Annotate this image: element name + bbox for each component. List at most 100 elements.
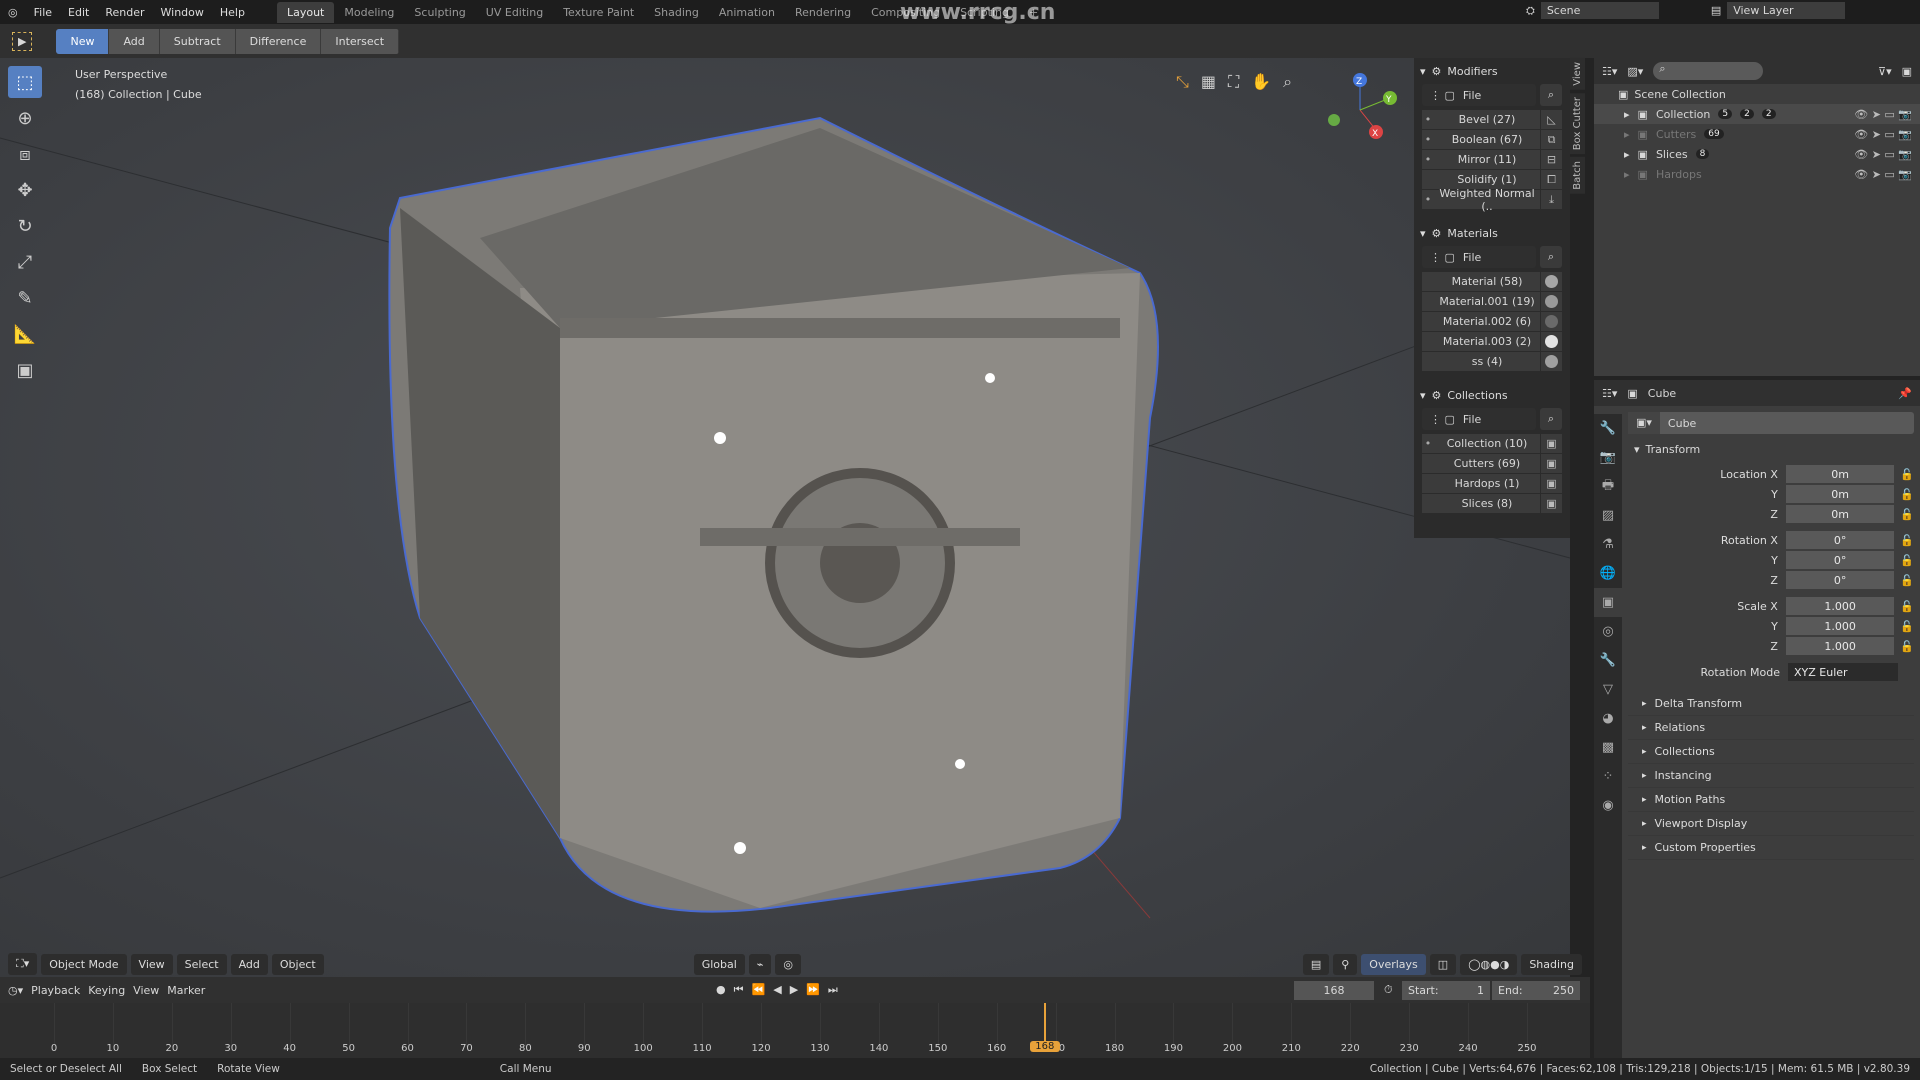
subpanel-header[interactable]: ▸ Delta Transform xyxy=(1628,692,1914,716)
menu-file[interactable]: File xyxy=(26,6,60,19)
output-tab-icon[interactable]: 🖶 xyxy=(1594,472,1622,501)
menu-help[interactable]: Help xyxy=(212,6,253,19)
editor-type-icon[interactable]: ⛶▾ xyxy=(8,953,38,975)
stopwatch-icon[interactable]: ⏱ xyxy=(1384,983,1393,997)
boxcutter-icon[interactable]: ⤡ xyxy=(1176,72,1189,92)
add-cube-icon[interactable]: ▣ xyxy=(8,354,42,386)
material-item[interactable]: Material (58) xyxy=(1422,271,1562,292)
new-collection-icon[interactable]: ▣ xyxy=(1902,65,1912,78)
navigation-gizmo[interactable]: X Z Y xyxy=(1320,70,1400,150)
particles-tab-icon[interactable]: ⁘ xyxy=(1594,762,1622,791)
subpanel-header[interactable]: ▸ Relations xyxy=(1628,716,1914,740)
tab-batch[interactable]: Batch xyxy=(1570,156,1585,194)
lock-icon[interactable]: 🔓 xyxy=(1894,620,1914,633)
collection-item[interactable]: • Collection (10) ▣ xyxy=(1422,433,1562,454)
material-item[interactable]: ss (4) xyxy=(1422,351,1562,372)
select-box-icon[interactable]: ⬚ xyxy=(8,66,42,98)
menu-view[interactable]: View xyxy=(133,984,159,997)
timeline-editor-icon[interactable]: ◷▾ xyxy=(8,984,23,997)
start-frame-field[interactable]: Start: 1 xyxy=(1402,980,1490,1000)
transform-value-field[interactable]: 0m xyxy=(1785,504,1895,524)
object-mode-select[interactable]: Object Mode xyxy=(41,953,127,975)
timeline-ruler[interactable]: 0 10 20 30 40 50 60 70 80 90 100 110 120 130 140 150 160… xyxy=(0,1003,1590,1058)
camera-view-icon[interactable]: ⛶ xyxy=(1228,72,1239,92)
view-layer-filter-icon[interactable]: ▨▾ xyxy=(1627,65,1643,78)
select-tool-icon[interactable]: ▶ xyxy=(12,31,33,51)
end-frame-field[interactable]: End: 250 xyxy=(1492,980,1580,1000)
collection-item[interactable]: Cutters (69) ▣ xyxy=(1422,453,1562,474)
tab-animation[interactable]: Animation xyxy=(709,2,785,23)
jump-end-icon[interactable]: ⏭ xyxy=(828,983,838,997)
modifier-item[interactable]: • Mirror (11) ⊟ xyxy=(1422,149,1562,170)
tab-layout[interactable]: Layout xyxy=(276,1,335,23)
menu-playback[interactable]: Playback xyxy=(31,984,80,997)
render-tab-icon[interactable]: 📷 xyxy=(1594,443,1622,472)
subpanel-header[interactable]: ▸ Custom Properties xyxy=(1628,836,1914,860)
lock-icon[interactable]: 🔓 xyxy=(1894,600,1914,613)
search-icon[interactable]: ⌕ xyxy=(1540,408,1562,430)
outliner-row[interactable]: ▸ ▣ Cutters 69 👁 ➤ ▭ 📷 xyxy=(1594,124,1920,144)
menu-select[interactable]: Select xyxy=(176,953,227,975)
texture-tab-icon[interactable]: ▩ xyxy=(1594,733,1622,762)
play-reverse-icon[interactable]: ◀ xyxy=(773,983,781,997)
search-icon[interactable]: ⌕ xyxy=(1540,246,1562,268)
shading-modes-icon[interactable]: ◯◍●◑ xyxy=(1460,953,1518,975)
tab-uv-editing[interactable]: UV Editing xyxy=(476,2,553,23)
constraints-tab-icon[interactable]: ◉ xyxy=(1594,791,1622,820)
orientation-select[interactable]: Global xyxy=(693,953,745,975)
scene-field[interactable]: Scene xyxy=(1540,2,1659,19)
tab-modeling[interactable]: Modeling xyxy=(334,2,404,23)
shading-button[interactable]: Shading xyxy=(1521,953,1582,975)
snap-icon[interactable]: ⌁ xyxy=(748,953,772,975)
lock-icon[interactable]: 🔓 xyxy=(1894,640,1914,653)
menu-view[interactable]: View xyxy=(130,953,173,975)
tab-box-cutter[interactable]: Box Cutter xyxy=(1570,92,1585,154)
gizmo-icon[interactable]: ⚲ xyxy=(1333,953,1358,975)
tool-tab-icon[interactable]: 🔧 xyxy=(1594,414,1622,443)
tab-shading[interactable]: Shading xyxy=(644,2,709,23)
transform-value-field[interactable]: 0° xyxy=(1785,570,1895,590)
collections-filter-select[interactable]: ⋮ ▢ File xyxy=(1422,408,1536,430)
current-frame-field[interactable]: 168 xyxy=(1294,980,1374,1000)
view-layer-field[interactable]: View Layer xyxy=(1727,2,1846,19)
expand-arrow-icon[interactable]: ▸ xyxy=(1624,128,1630,141)
display-mode-icon[interactable]: ☷▾ xyxy=(1602,65,1617,78)
modifiers-filter-select[interactable]: ⋮ ▢ File xyxy=(1422,84,1536,106)
tab-sculpting[interactable]: Sculpting xyxy=(404,2,475,23)
outliner-row[interactable]: ▸ ▣ Collection 5 2 2 👁 ➤ ▭ 📷 xyxy=(1594,104,1920,124)
properties-editor-icon[interactable]: ☷▾ xyxy=(1602,387,1617,400)
subpanel-header[interactable]: ▸ Motion Paths xyxy=(1628,788,1914,812)
transform-value-field[interactable]: 1.000 xyxy=(1785,636,1895,656)
transform-value-field[interactable]: 1.000 xyxy=(1785,596,1895,616)
lock-icon[interactable]: 🔓 xyxy=(1894,508,1914,521)
xray-icon[interactable]: ◫ xyxy=(1429,953,1457,975)
cursor-icon[interactable]: ⊕ xyxy=(8,102,42,134)
mode-intersect-button[interactable]: Intersect xyxy=(321,28,400,54)
modifiers-section-header[interactable]: ▾ ⚙ Modifiers xyxy=(1414,58,1570,84)
pan-hand-icon[interactable]: ✋ xyxy=(1251,72,1271,92)
menu-add[interactable]: Add xyxy=(230,953,268,975)
modifier-tab-icon[interactable]: 🔧 xyxy=(1594,646,1622,675)
menu-keying[interactable]: Keying xyxy=(88,984,125,997)
material-item[interactable]: Material.003 (2) xyxy=(1422,331,1562,352)
menu-edit[interactable]: Edit xyxy=(60,6,97,19)
material-tab-icon[interactable]: ◕ xyxy=(1594,704,1622,733)
proportional-edit-icon[interactable]: ◎ xyxy=(775,953,802,975)
world-tab-icon[interactable]: 🌐 xyxy=(1594,559,1622,588)
physics-tab-icon[interactable]: ◎ xyxy=(1594,617,1622,646)
data-tab-icon[interactable]: ▽ xyxy=(1594,675,1622,704)
visibility-toggles[interactable]: 👁 ➤ ▭ 📷 xyxy=(1854,108,1912,121)
menu-marker[interactable]: Marker xyxy=(167,984,205,997)
filter-icon[interactable]: ⊽▾ xyxy=(1878,65,1892,78)
menu-object[interactable]: Object xyxy=(271,953,324,975)
lock-icon[interactable]: 🔓 xyxy=(1894,574,1914,587)
lock-icon[interactable]: 🔓 xyxy=(1894,468,1914,481)
outliner-row[interactable]: ▸ ▣ Slices 8 👁 ➤ ▭ 📷 xyxy=(1594,144,1920,164)
material-item[interactable]: Material.002 (6) xyxy=(1422,311,1562,332)
subpanel-header[interactable]: ▸ Collections xyxy=(1628,740,1914,764)
transform-icon[interactable]: ⧈ xyxy=(8,138,42,170)
blender-logo-icon[interactable]: ◎ xyxy=(0,6,26,19)
transform-value-field[interactable]: 0° xyxy=(1785,550,1895,570)
lock-icon[interactable]: 🔓 xyxy=(1894,554,1914,567)
grid-icon[interactable]: ▦ xyxy=(1201,72,1216,92)
